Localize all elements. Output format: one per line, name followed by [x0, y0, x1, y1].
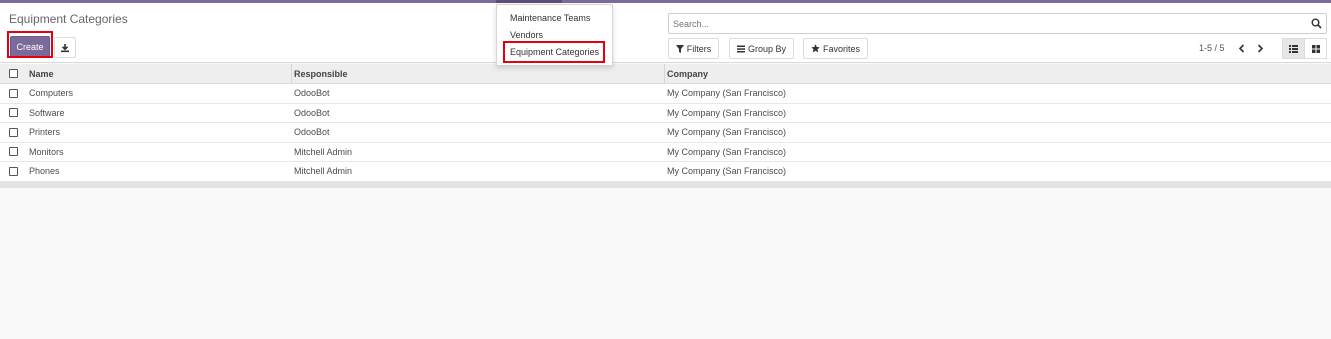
filters-button[interactable]: Filters	[668, 38, 719, 59]
group-by-label: Group By	[747, 43, 787, 54]
row-company: My Company (San Francisco)	[667, 166, 787, 177]
select-all-checkbox[interactable]	[9, 69, 18, 78]
filter-icon	[675, 44, 684, 53]
table-row[interactable]: Printers OdooBot My Company (San Francis…	[0, 123, 1331, 143]
row-select-cell[interactable]	[9, 104, 18, 123]
row-checkbox[interactable]	[9, 166, 18, 176]
menu-item-highlight	[503, 41, 605, 63]
download-icon	[61, 43, 69, 52]
table-header: Name Responsible Company	[0, 64, 1331, 84]
row-responsible: Mitchell Admin	[294, 146, 353, 157]
chevron-left-icon	[1238, 43, 1244, 53]
search-input[interactable]	[673, 18, 1303, 30]
row-company: My Company (San Francisco)	[667, 146, 787, 157]
table-row[interactable]: Phones Mitchell Admin My Company (San Fr…	[0, 162, 1331, 182]
list-view-icon	[1289, 44, 1298, 53]
chevron-right-icon	[1257, 43, 1263, 53]
row-company: My Company (San Francisco)	[667, 127, 787, 138]
row-name: Monitors	[29, 146, 64, 157]
row-responsible: OdooBot	[294, 88, 330, 99]
page-title: Equipment Categories	[9, 12, 128, 26]
row-checkbox[interactable]	[9, 108, 18, 118]
column-separator	[664, 64, 665, 83]
column-separator	[291, 64, 292, 83]
table-row[interactable]: Computers OdooBot My Company (San Franci…	[0, 84, 1331, 104]
favorites-label: Favorites	[822, 43, 860, 54]
row-select-cell[interactable]	[9, 162, 18, 181]
row-responsible: Mitchell Admin	[294, 166, 353, 177]
row-select-cell[interactable]	[9, 84, 18, 103]
menu-item-vendors[interactable]: Vendors	[510, 30, 543, 40]
kanban-view-button[interactable]	[1304, 38, 1327, 59]
table-row[interactable]: Software OdooBot My Company (San Francis…	[0, 103, 1331, 123]
select-all-cell[interactable]	[9, 64, 18, 83]
list-bars-icon	[736, 45, 745, 52]
header-name[interactable]: Name	[29, 64, 54, 83]
row-name: Software	[29, 107, 65, 118]
menu-item-maintenance-teams[interactable]: Maintenance Teams	[510, 13, 590, 23]
pager-previous-button[interactable]	[1235, 41, 1247, 55]
row-name: Computers	[29, 88, 74, 99]
group-by-button[interactable]: Group By	[729, 38, 794, 59]
row-company: My Company (San Francisco)	[667, 107, 787, 118]
search-box[interactable]	[668, 13, 1327, 34]
row-checkbox[interactable]	[9, 127, 18, 137]
favorites-button[interactable]: Favorites	[803, 38, 868, 59]
header-company[interactable]: Company	[667, 64, 708, 83]
row-name: Phones	[29, 166, 60, 177]
row-responsible: OdooBot	[294, 107, 330, 118]
row-checkbox[interactable]	[9, 147, 18, 157]
row-checkbox[interactable]	[9, 88, 18, 98]
table-footer	[0, 181, 1331, 188]
filters-label: Filters	[686, 43, 712, 54]
row-name: Printers	[29, 127, 61, 138]
row-company: My Company (San Francisco)	[667, 88, 787, 99]
row-select-cell[interactable]	[9, 123, 18, 142]
star-icon	[811, 44, 820, 53]
pager-next-button[interactable]	[1254, 41, 1266, 55]
row-responsible: OdooBot	[294, 127, 330, 138]
list-view-button[interactable]	[1282, 38, 1305, 59]
list-table: Name Responsible Company Computers OdooB…	[0, 64, 1331, 188]
kanban-view-icon	[1311, 44, 1320, 53]
header-responsible[interactable]: Responsible	[294, 64, 348, 83]
row-select-cell[interactable]	[9, 143, 18, 162]
pager-value: 1-5 / 5	[1199, 43, 1225, 53]
download-button[interactable]	[54, 37, 76, 58]
control-panel: Equipment Categories Create Filters Grou…	[0, 3, 1331, 63]
search-icon[interactable]	[1311, 18, 1322, 29]
create-button-highlight	[7, 31, 53, 58]
table-row[interactable]: Monitors Mitchell Admin My Company (San …	[0, 142, 1331, 162]
